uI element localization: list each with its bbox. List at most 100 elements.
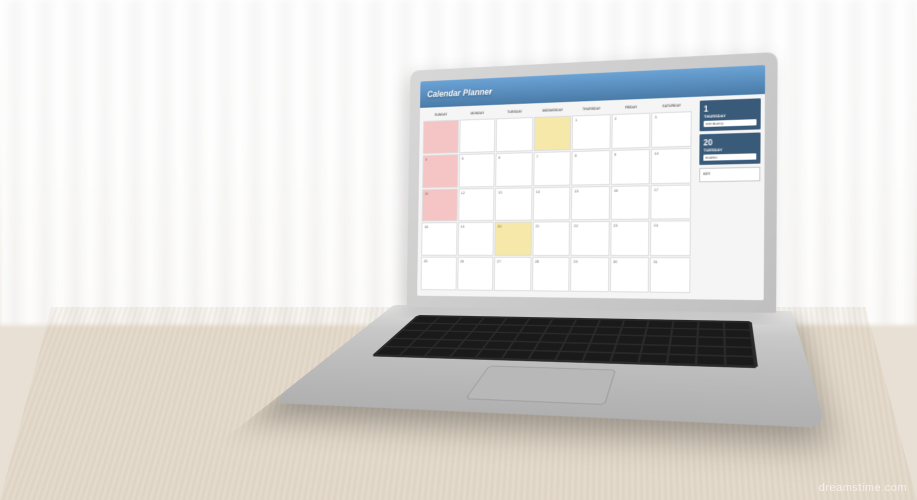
calendar-cell[interactable]: 13 [495,187,532,221]
sidebar-event-item[interactable]: 9:00 Meeting [704,119,757,127]
keyboard-key [545,327,571,334]
calendar-cell[interactable]: 15 [571,186,610,221]
calendar-cell[interactable]: 2 [611,113,651,149]
keyboard-key [672,329,697,336]
keyboard-key [644,337,670,345]
laptop-trackpad [465,366,616,405]
calendar-cell[interactable]: 29 [570,257,609,292]
keyboard-key [620,328,645,335]
calendar-cell[interactable]: 22 [571,221,610,256]
calendar-cell[interactable]: 10 [651,148,691,184]
calendar-cell[interactable]: 18 [421,223,457,256]
keyboard-key [726,357,754,366]
app-body: SUNDAY MONDAY TUESDAY WEDNESDAY THURSDAY… [417,94,765,300]
keyboard-key [725,322,749,329]
calendar-cell[interactable]: 12 [458,188,495,222]
sidebar-event-panel[interactable]: 1 THURSDAY 9:00 Meeting [700,98,761,131]
laptop-bezel: Calendar Planner SUNDAY MONDAY TUESDAY W… [407,52,778,313]
laptop: Calendar Planner SUNDAY MONDAY TUESDAY W… [405,50,810,451]
calendar-cell[interactable] [423,120,459,154]
day-header: THURSDAY [572,104,610,113]
calendar-cell[interactable]: 16 [611,185,651,220]
keyboard-key [526,319,551,325]
key-panel: KEY [699,167,760,183]
sidebar-event-panel[interactable]: 20 TUESDAY Deadline [699,132,760,164]
keyboard-key [503,350,532,358]
calendar-cell[interactable]: 7 [533,151,571,186]
keyboard-key [623,321,648,328]
keyboard-key [668,355,695,364]
day-header: SATURDAY [652,101,692,111]
calendar-cell[interactable]: 8 [572,150,611,185]
day-header: SUNDAY [423,110,458,119]
day-header: WEDNESDAY [534,106,572,115]
keyboard-key [535,342,563,350]
event-time: 9:00 [706,122,712,126]
sidebar: 1 THURSDAY 9:00 Meeting 20 TUESDAY [694,94,765,300]
calendar-cell[interactable]: 21 [532,222,570,256]
calendar-cell[interactable] [496,117,533,152]
day-header: TUESDAY [496,107,533,116]
keyboard-key [521,326,547,333]
keyboard-key [640,354,667,363]
keyboard-key [612,353,640,362]
keyboard-key [642,345,669,353]
keyboard-key [726,338,752,346]
calendar-cell[interactable]: 9 [611,149,651,185]
calendar-cell[interactable]: 31 [650,257,690,293]
calendar-cell[interactable]: 11 [422,188,458,222]
calendar-cell[interactable]: 26 [457,257,494,291]
keyboard-key [484,341,512,349]
keyboard-key [595,328,621,335]
calendar-cell[interactable]: 4 [422,154,458,188]
keyboard-key [540,334,567,341]
sidebar-day: TUESDAY [703,146,756,153]
event-label: Meeting [712,121,723,125]
day-header: MONDAY [459,109,495,118]
calendar-cell[interactable]: 1 [572,114,611,150]
calendar-cell[interactable]: 27 [494,257,531,291]
calendar-cell[interactable]: 30 [610,257,650,292]
calendar-cell[interactable]: 24 [650,221,690,257]
key-title: KEY [703,171,756,176]
sidebar-date: 20 [703,137,756,148]
keyboard-key [697,356,724,365]
keyboard-key [673,322,697,329]
calendar-cell[interactable]: 20 [494,222,531,256]
calendar-cell[interactable]: 14 [533,186,571,221]
keyboard-key [557,352,585,360]
keyboard-key [671,337,696,345]
keyboard-key [473,325,500,332]
calendar-cell[interactable] [459,118,495,153]
keyboard-key [699,322,723,329]
laptop-screen: Calendar Planner SUNDAY MONDAY TUESDAY W… [417,65,765,300]
calendar-cell[interactable]: 17 [651,184,691,220]
keyboard-key [592,335,618,343]
calendar-cell[interactable]: 23 [610,221,650,256]
sidebar-event-item[interactable]: Deadline [703,153,756,160]
calendar-cell[interactable] [533,116,571,151]
event-label: Deadline [705,155,717,159]
keyboard-key [584,353,612,362]
calendar-main: SUNDAY MONDAY TUESDAY WEDNESDAY THURSDAY… [417,97,696,300]
calendar-cell[interactable]: 6 [495,152,532,187]
keyboard-key [530,351,559,359]
keyboard-key [515,334,542,341]
keyboard-key [598,320,623,327]
keyboard-key [725,330,750,337]
keyboard-key [698,338,723,346]
calendar-cell[interactable]: 19 [457,222,494,256]
calendar-cell[interactable]: 3 [651,111,691,148]
keyboard-key [477,350,506,358]
keyboard-key [615,344,642,352]
day-header: FRIDAY [612,103,651,113]
calendar-cell[interactable]: 5 [458,153,495,187]
keyboard-key [497,326,523,333]
keyboard-key [588,344,615,352]
laptop-keyboard [371,315,758,368]
keyboard-key [503,318,529,324]
calendar-cell[interactable]: 25 [421,257,457,291]
calendar-cell[interactable]: 28 [532,257,570,292]
keyboard-key [561,343,588,351]
keyboard-key [698,347,724,355]
